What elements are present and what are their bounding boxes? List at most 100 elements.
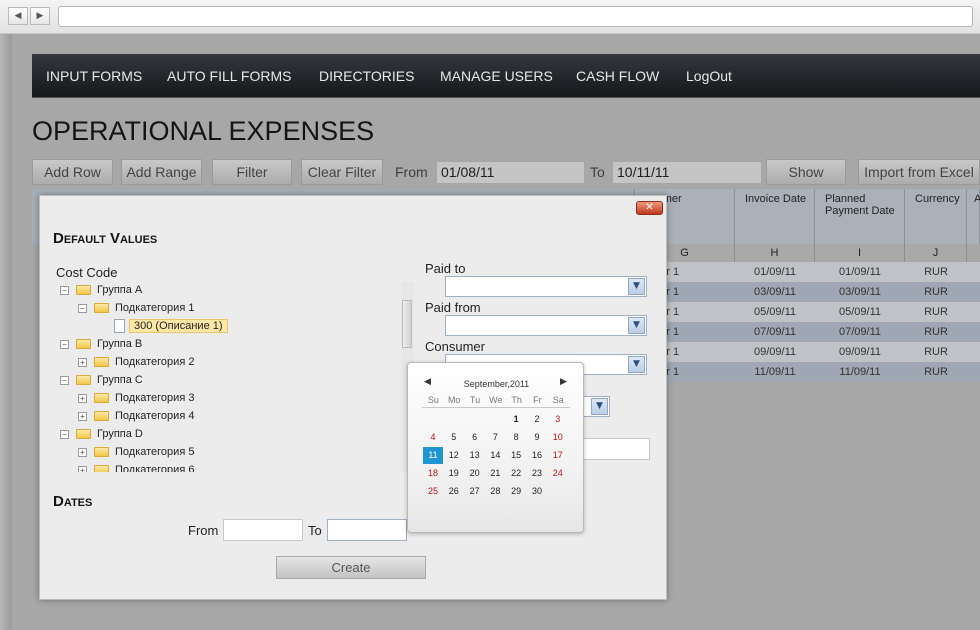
close-icon[interactable]: ✕ [636,201,663,215]
tree-item[interactable]: + Подкатегория 6 [78,462,194,472]
table-row[interactable]: mer 1 11/09/11 11/09/11 RUR [635,362,980,382]
filter-button[interactable]: Filter [212,159,292,185]
collapse-icon[interactable]: − [60,285,69,295]
calendar-day[interactable]: 26 [444,483,464,500]
scroll-thumb[interactable] [402,300,412,348]
table-row[interactable]: mer 1 03/09/11 03/09/11 RUR [635,282,980,302]
calendar-day[interactable]: 21 [485,465,505,482]
calendar-day[interactable]: 30 [527,483,547,500]
nav-input-forms[interactable]: INPUT FORMS [46,68,142,84]
tree-item[interactable]: + Подкатегория 3 [78,390,194,407]
weekday-label: Th [511,395,522,405]
forward-arrow-icon[interactable]: ▶ [30,7,50,25]
table-row[interactable]: mer 1 09/09/11 09/09/11 RUR [635,342,980,362]
calendar-day[interactable]: 18 [423,465,443,482]
header-invoice-date[interactable]: Invoice Date [735,189,815,244]
table-row[interactable]: mer 1 01/09/11 01/09/11 RUR [635,262,980,282]
add-range-button[interactable]: Add Range [121,159,202,185]
address-bar[interactable] [58,6,973,27]
collapse-icon[interactable]: − [60,375,69,385]
to-date-input[interactable]: 10/11/11 [612,161,762,184]
next-month-icon[interactable]: ▶ [560,377,567,387]
calendar-day[interactable]: 9 [527,429,547,446]
nav-directories[interactable]: DIRECTORIES [319,68,414,84]
calendar-day-selected[interactable]: 11 [423,447,443,464]
header-planned-payment-date[interactable]: Planned Payment Date [815,189,905,244]
calendar-day[interactable]: 22 [506,465,526,482]
calendar-day[interactable]: 3 [548,411,568,428]
chevron-down-icon[interactable]: ▼ [628,317,645,334]
cell-invoice-date: 01/09/11 [753,266,796,278]
chevron-down-icon[interactable]: ▼ [591,398,608,415]
from-date-input[interactable]: 01/08/11 [436,161,585,184]
expand-icon[interactable]: + [78,465,87,472]
add-row-button[interactable]: Add Row [32,159,113,185]
calendar-day[interactable]: 4 [423,429,443,446]
tree-item[interactable]: + Подкатегория 4 [78,408,194,425]
weekday-label: Fr [533,395,542,405]
show-button[interactable]: Show [766,159,846,185]
tree-item[interactable]: − Подкатегория 1 [78,300,194,317]
tree-item[interactable]: − Группа D [60,426,143,443]
nav-cash-flow[interactable]: CASH FLOW [576,68,659,84]
calendar-day[interactable]: 8 [506,429,526,446]
tree-item[interactable]: + Подкатегория 2 [78,354,194,371]
hidden-select[interactable]: ▼ [580,396,610,417]
calendar-day[interactable]: 15 [506,447,526,464]
expand-icon[interactable]: + [78,393,87,403]
tree-item[interactable]: + Подкатегория 5 [78,444,194,461]
expand-icon[interactable]: + [78,447,87,457]
chevron-down-icon[interactable]: ▼ [628,278,645,295]
tree-item[interactable]: − Группа A [60,282,142,299]
calendar-day[interactable]: 12 [444,447,464,464]
calendar-day[interactable]: 24 [548,465,568,482]
chevron-down-icon[interactable]: ▼ [628,356,645,373]
collapse-icon[interactable]: − [78,303,87,313]
header-currency[interactable]: Currency [905,189,967,244]
header-overflow[interactable]: A [967,189,980,244]
calendar-day[interactable]: 27 [465,483,485,500]
nav-auto-fill-forms[interactable]: AUTO FILL FORMS [167,68,291,84]
calendar-day[interactable]: 6 [465,429,485,446]
table-row[interactable]: mer 1 05/09/11 05/09/11 RUR [635,302,980,322]
calendar-day[interactable]: 5 [444,429,464,446]
expand-icon[interactable]: + [78,357,87,367]
paid-to-select[interactable]: ▼ [445,276,647,297]
calendar-day[interactable]: 28 [485,483,505,500]
collapse-icon[interactable]: − [60,429,69,439]
calendar-day[interactable]: 25 [423,483,443,500]
import-excel-button[interactable]: Import from Excel [858,159,980,185]
tree-item[interactable]: − Группа B [60,336,142,353]
tree-item-label: Группа C [97,374,143,386]
calendar-day[interactable]: 20 [465,465,485,482]
calendar-day[interactable]: 13 [465,447,485,464]
cell-invoice-date: 09/09/11 [753,346,796,358]
hidden-input[interactable] [580,438,650,460]
calendar-day[interactable]: 7 [485,429,505,446]
cell-invoice-date: 03/09/11 [753,286,796,298]
to-label: To [590,164,605,180]
calendar-day[interactable]: 10 [548,429,568,446]
dates-from-input[interactable] [223,519,303,541]
tree-item-selected[interactable]: 300 (Описание 1) [114,318,228,335]
nav-manage-users[interactable]: MANAGE USERS [440,68,553,84]
calendar-day[interactable]: 1 [506,411,526,428]
create-button[interactable]: Create [276,556,426,579]
calendar-day[interactable]: 17 [548,447,568,464]
tree-item[interactable]: − Группа C [60,372,143,389]
calendar-day[interactable]: 29 [506,483,526,500]
back-arrow-icon[interactable]: ◀ [8,7,28,25]
expand-icon[interactable]: + [78,411,87,421]
clear-filter-button[interactable]: Clear Filter [301,159,383,185]
calendar-day[interactable]: 23 [527,465,547,482]
dates-to-input[interactable] [327,519,407,541]
tree-item-label: Подкатегория 4 [115,410,195,422]
calendar-day[interactable]: 16 [527,447,547,464]
nav-logout[interactable]: LogOut [686,68,732,84]
calendar-day[interactable]: 14 [485,447,505,464]
collapse-icon[interactable]: − [60,339,69,349]
paid-from-select[interactable]: ▼ [445,315,647,336]
calendar-day[interactable]: 19 [444,465,464,482]
calendar-day[interactable]: 2 [527,411,547,428]
table-row[interactable]: mer 1 07/09/11 07/09/11 RUR [635,322,980,342]
